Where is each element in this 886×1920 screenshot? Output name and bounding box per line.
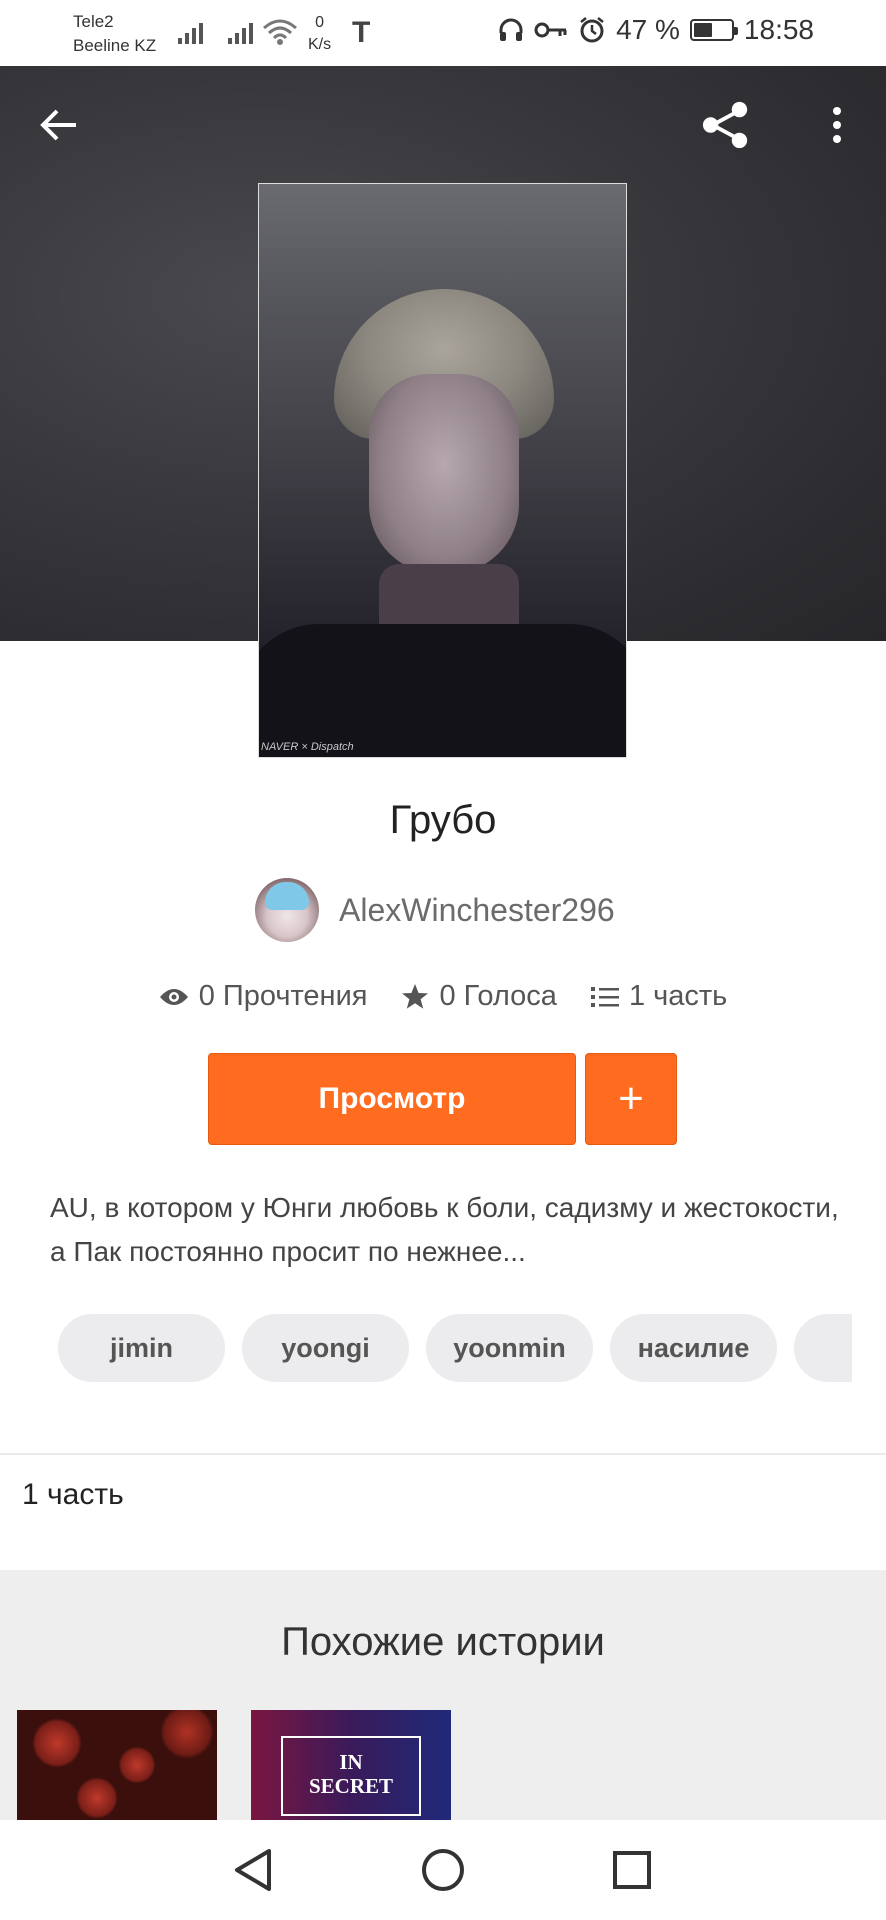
speed-value: 0	[315, 14, 325, 31]
more-options-button[interactable]	[812, 100, 862, 150]
star-icon	[402, 983, 429, 1009]
story-stats: 0 Прочтения 0 Голоса 1 часть	[0, 980, 886, 1013]
more-vertical-icon	[833, 107, 841, 143]
battery-percent: 47 %	[616, 14, 680, 45]
tag-chip[interactable]: насилие	[610, 1314, 777, 1382]
triangle-back-icon	[235, 1849, 271, 1891]
speed-unit: K/s	[308, 36, 332, 53]
tag-chip[interactable]: jimin	[58, 1314, 225, 1382]
carrier-1: Tele2	[73, 12, 114, 31]
similar-stories-title: Похожие истории	[281, 1620, 605, 1664]
status-bar: Tele2 Beeline KZ 0 K/s T 47 % 18:58	[0, 0, 886, 66]
votes-stat: 0 Голоса	[401, 980, 557, 1013]
battery-icon	[689, 19, 738, 41]
clock: 18:58	[743, 14, 814, 45]
reads-count: 0 Прочтения	[198, 980, 368, 1012]
signal-icon	[228, 18, 253, 44]
circle-home-icon	[422, 1849, 464, 1891]
cover-title-line: SECRET	[308, 1774, 394, 1798]
divider	[0, 1453, 886, 1455]
alarm-icon	[580, 17, 604, 43]
tag-list[interactable]: jiminyoongiyoonminнасилиест	[58, 1314, 852, 1384]
system-nav-bar	[0, 1820, 886, 1920]
signal-icon	[178, 18, 203, 44]
add-to-library-button[interactable]: +	[585, 1053, 677, 1145]
author-avatar[interactable]	[255, 878, 319, 942]
similar-stories-section: Похожие истории IN SECRET	[0, 1570, 886, 1820]
nav-recents-button[interactable]	[606, 1844, 658, 1896]
share-button[interactable]	[701, 100, 751, 150]
share-icon	[702, 101, 748, 149]
network-speed: 0 K/s	[308, 12, 331, 56]
carrier-names: Tele2 Beeline KZ	[73, 10, 156, 58]
votes-count: 0 Голоса	[439, 980, 557, 1012]
author-name[interactable]: AlexWinchester296	[339, 892, 615, 929]
cover-title-line: IN	[339, 1750, 363, 1774]
list-icon	[590, 986, 619, 1007]
tag-chip[interactable]: yoonmin	[426, 1314, 593, 1382]
back-button[interactable]	[34, 100, 84, 150]
parts-count: 1 часть	[628, 980, 728, 1012]
nav-back-button[interactable]	[227, 1844, 279, 1896]
reads-stat: 0 Прочтения	[159, 980, 368, 1013]
carrier-2: Beeline KZ	[73, 36, 157, 55]
story-cover-image: NAVER × Dispatch	[258, 183, 627, 758]
arrow-left-icon	[40, 109, 76, 141]
cover-title-frame: IN SECRET	[281, 1736, 421, 1816]
parts-list-header[interactable]: 1 часть	[22, 1478, 124, 1512]
story-title: Грубо	[389, 798, 497, 842]
cover-watermark: NAVER × Dispatch	[261, 741, 354, 753]
similar-story-cover[interactable]: IN SECRET	[251, 1710, 451, 1820]
wifi-icon	[262, 18, 298, 51]
similar-story-cover[interactable]	[17, 1710, 217, 1820]
key-icon	[534, 22, 567, 38]
parts-stat: 1 часть	[590, 980, 728, 1013]
nav-home-button[interactable]	[417, 1844, 469, 1896]
headphones-icon	[499, 18, 523, 41]
view-button[interactable]: Просмотр	[208, 1053, 576, 1145]
t-app-icon: T	[352, 16, 371, 49]
story-description[interactable]: AU, в котором у Юнги любовь к боли, сади…	[50, 1186, 850, 1274]
square-recents-icon	[613, 1851, 651, 1889]
author-link[interactable]: AlexWinchester296	[255, 878, 615, 942]
tag-chip[interactable]: yoongi	[242, 1314, 409, 1382]
status-right: 47 % 18:58	[498, 14, 814, 46]
eye-icon	[159, 988, 188, 1005]
tag-chip[interactable]: ст	[794, 1314, 852, 1382]
